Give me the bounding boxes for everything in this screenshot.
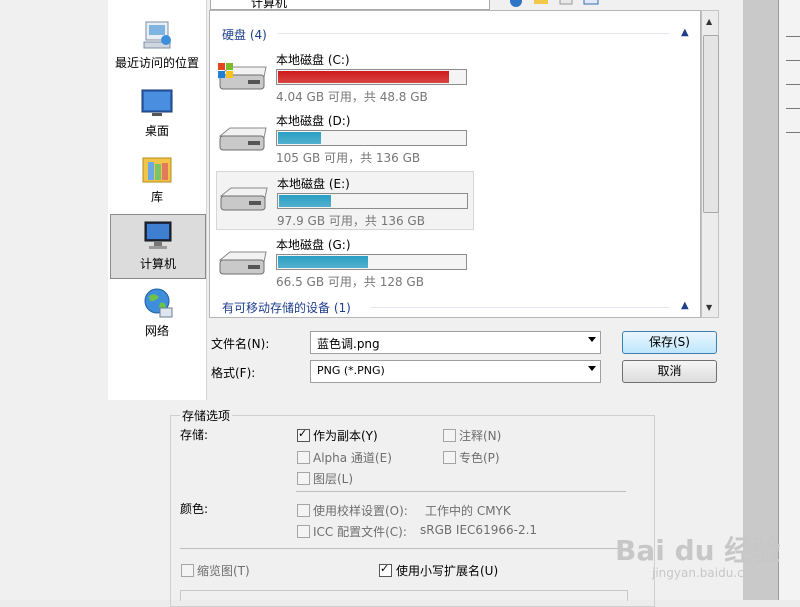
drive-name: 本地磁盘 (D:) [276,114,351,128]
drive-free-space: 66.5 GB 可用，共 128 GB [276,275,424,289]
spot-checkbox[interactable] [443,451,456,464]
drive-name: 本地磁盘 (E:) [277,177,350,191]
options-bottom-frame [180,590,628,601]
scroll-thumb[interactable] [703,35,719,213]
format-value: PNG (*.PNG) [317,364,385,377]
place-label: 计算机 [139,257,176,271]
format-select[interactable]: PNG (*.PNG) [310,360,601,383]
notes-label: 注释(N) [459,429,502,443]
hard-drive-icon [218,127,267,151]
thumbnail-checkbox[interactable] [181,564,194,577]
drive-e[interactable]: 本地磁盘 (E:) 97.9 GB 可用，共 136 GB [216,171,474,230]
format-label: 格式(F): [211,366,256,380]
address-bar[interactable]: 计算机 [210,0,490,10]
new-folder-icon[interactable] [558,0,574,8]
proof-setup-checkbox[interactable] [297,504,310,517]
computer-icon [144,221,172,249]
drive-name: 本地磁盘 (C:) [276,53,350,67]
chevron-down-icon[interactable] [588,366,596,371]
drive-usage-bar [276,254,467,270]
scroll-up-arrow-icon[interactable]: ▲ [706,17,712,26]
collapse-chevron-icon[interactable]: ▲ [681,27,689,38]
watermark-url: jingyan.baidu.com [652,566,763,580]
places-sidebar: 最近访问的位置 桌面 库 计算机 网络 [108,0,207,400]
as-copy-checkbox[interactable] [297,427,310,442]
right-side-panel [778,0,800,600]
place-library[interactable]: 库 [110,152,204,207]
proof-setup-label: 使用校样设置(O): [313,504,408,518]
collapse-chevron-icon[interactable]: ▲ [681,300,689,311]
drive-usage-fill [278,71,449,83]
filename-value: 蓝色调.png [317,337,380,351]
drive-free-space: 105 GB 可用，共 136 GB [276,151,421,165]
filename-label: 文件名(N): [211,337,270,351]
lowercase-extension-label: 使用小写扩展名(U) [396,564,499,578]
scroll-down-arrow-icon[interactable]: ▼ [706,303,712,312]
alpha-checkbox[interactable] [297,451,310,464]
options-divider [180,548,626,549]
alpha-label: Alpha 通道(E) [313,451,392,465]
file-list-scrollbar[interactable]: ▲ ▼ [701,10,719,318]
layers-checkbox[interactable] [297,472,310,485]
drive-usage-bar [277,193,468,209]
place-computer[interactable]: 计算机 [110,214,206,279]
group-header-drives[interactable]: 硬盘 (4) [222,26,267,43]
drive-free-space: 4.04 GB 可用，共 48.8 GB [276,90,428,104]
left-background [0,0,98,600]
drive-name: 本地磁盘 (G:) [276,238,351,252]
hard-drive-icon [219,187,268,211]
system-drive-icon [218,63,267,90]
place-label: 最近访问的位置 [114,56,199,70]
place-label: 桌面 [144,124,169,138]
drive-usage-fill [278,132,321,144]
place-recent[interactable]: 最近访问的位置 [110,18,204,73]
chevron-down-icon[interactable] [588,337,596,342]
view-menu-icon[interactable] [583,0,599,8]
notes-checkbox[interactable] [443,429,456,442]
drive-g[interactable]: 本地磁盘 (G:) 66.5 GB 可用，共 128 GB [216,236,472,292]
file-list: 硬盘 (4) ▲ 本地磁盘 (C:) 4.04 GB 可用，共 48.8 GB … [209,10,701,318]
options-title: 存储选项 [180,407,233,424]
save-button[interactable]: 保存(S) [622,331,717,354]
icc-profile-value: sRGB IEC61966-2.1 [420,523,538,537]
icc-profile-label: ICC 配置文件(C): [313,525,407,539]
options-divider [296,491,626,492]
lowercase-extension-checkbox[interactable] [379,562,392,577]
desktop-icon [141,89,173,116]
back-icon[interactable] [508,0,524,8]
icc-profile-checkbox[interactable] [297,525,310,538]
place-label: 库 [150,190,163,204]
color-label: 颜色: [180,502,209,516]
library-icon [142,157,172,183]
cancel-button[interactable]: 取消 [622,360,717,383]
spot-label: 专色(P) [459,451,500,465]
group-header-removable[interactable]: 有可移动存储的设备 (1) [222,299,351,316]
drive-usage-bar [276,69,467,85]
network-icon [144,288,173,318]
drive-d[interactable]: 本地磁盘 (D:) 105 GB 可用，共 136 GB [216,112,472,168]
storage-label: 存储: [180,428,209,442]
drive-c[interactable]: 本地磁盘 (C:) 4.04 GB 可用，共 48.8 GB [216,51,472,107]
drive-usage-fill [279,195,331,207]
place-desktop[interactable]: 桌面 [110,86,204,141]
drive-usage-bar [276,130,467,146]
thumbnail-label: 缩览图(T) [197,564,250,578]
layers-label: 图层(L) [313,472,354,486]
baidu-watermark: Bai du 经验 [615,534,781,567]
place-network[interactable]: 网络 [110,286,204,341]
place-label: 网络 [144,324,169,338]
filename-input[interactable]: 蓝色调.png [310,331,601,354]
as-copy-label: 作为副本(Y) [313,429,378,443]
up-folder-icon[interactable] [533,0,549,8]
hard-drive-icon [218,251,267,275]
proof-setup-value: 工作中的 CMYK [425,504,511,518]
drive-free-space: 97.9 GB 可用，共 136 GB [277,214,425,228]
recent-places-icon [143,21,171,49]
drive-usage-fill [278,256,368,268]
